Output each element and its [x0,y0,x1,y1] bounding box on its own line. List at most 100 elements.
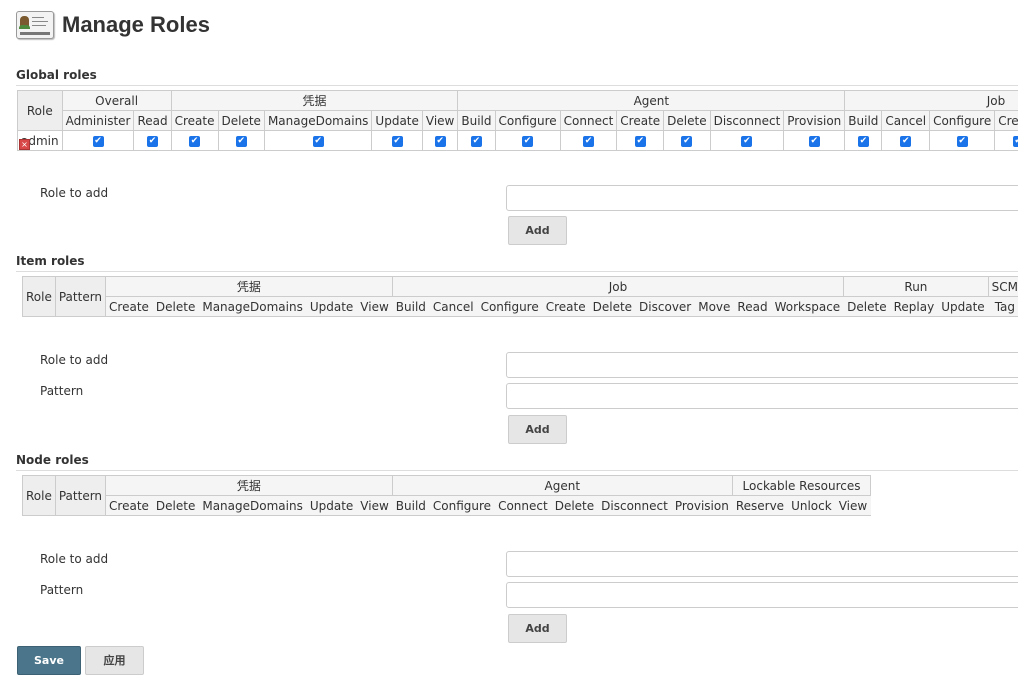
permission-header: Configure [429,495,495,516]
item-role-to-add-input[interactable] [506,352,1018,378]
permission-cell: ✔ [133,130,172,151]
permission-header: Connect [559,110,618,131]
permission-header: ManageDomains [198,296,307,317]
node-roles-title: Node roles [16,453,1018,471]
permission-header: Workspace [771,296,844,317]
permission-group-header: Lockable Resources [731,475,872,496]
item-roles-table-wrap: RolePattern凭据JobRunSCMLockable Resources… [22,276,1018,317]
permission-checkbox[interactable]: ✔ [391,135,403,147]
permission-header: Configure [494,110,561,131]
permission-header: Update [306,296,357,317]
node-add-button[interactable]: Add [508,614,567,643]
permission-group-header: 凭据 [105,475,393,496]
permission-header: Disconnect [597,495,672,516]
permission-cell: ✔ [457,130,496,151]
permission-checkbox[interactable]: ✔ [956,135,968,147]
permission-header: Cancel [429,296,478,317]
permission-header: Delete [551,495,598,516]
permission-checkbox[interactable]: ✔ [189,135,201,147]
permission-header: Build [457,110,496,131]
permission-cell: ✔ [61,130,135,151]
save-button[interactable]: Save [17,646,81,675]
apply-button[interactable]: 应用 [85,646,144,675]
item-role-to-add-label: Role to add [40,353,109,367]
permission-header: Create [170,110,219,131]
permission-header: Delete [152,495,199,516]
permission-header: View [421,110,459,131]
global-add-button[interactable]: Add [508,216,567,245]
item-pattern-label: Pattern [40,384,84,398]
permission-header: Provision [783,110,846,131]
permission-header: Connect [494,495,552,516]
permission-checkbox[interactable]: ✔ [434,135,446,147]
permission-checkbox[interactable]: ✔ [1012,135,1018,147]
permission-group-header: Job [844,90,1018,111]
item-add-button[interactable]: Add [508,415,567,444]
role-row: admin✔✔✔✔✔✔✔✔✔✔✔✔✔✔✔✔✔✔✔✔ [17,130,1018,151]
permission-checkbox[interactable]: ✔ [634,135,646,147]
permission-checkbox[interactable]: ✔ [857,135,869,147]
permission-checkbox[interactable]: ✔ [522,135,534,147]
permission-header: Provision [671,495,733,516]
permission-checkbox[interactable]: ✔ [147,135,159,147]
permission-checkbox[interactable]: ✔ [741,135,753,147]
item-roles-title: Item roles [16,254,1018,272]
node-role-to-add-input[interactable] [506,551,1018,577]
permission-header: Create [994,110,1018,131]
permission-checkbox[interactable]: ✔ [582,135,594,147]
permission-header: Delete [589,296,636,317]
node-roles-table: Role Pattern 凭据 Agent Lockable Resources Crea… [22,475,872,516]
permission-checkbox[interactable]: ✔ [470,135,482,147]
permission-group-header: Agent [391,475,733,496]
permission-checkbox[interactable]: ✔ [312,135,324,147]
role-column-header: Role [22,276,56,317]
permission-header: Delete [217,110,265,131]
global-roles-table: Role Overall 凭据 Agent Job Administer Read Creat… [17,90,1018,151]
permission-header: View [835,495,871,516]
node-role-to-add-label: Role to add [40,552,109,566]
permission-group-header: SCM [987,276,1018,297]
permission-header: Disconnect [709,110,785,131]
permission-header: Update [306,495,357,516]
item-roles-table: RolePattern凭据JobRunSCMLockable Resources… [22,276,1018,317]
permission-cell: ✔ [421,130,459,151]
roles-card-icon [16,11,54,39]
item-pattern-input[interactable] [506,383,1018,409]
permission-header: Delete [663,110,711,131]
permission-cell: ✔ [929,130,996,151]
global-roles-table-wrap: Role Overall 凭据 Agent Job Administer Read Creat… [17,90,1018,151]
group-header-row: Role Pattern 凭据 Agent Lockable Resources [22,475,872,516]
permission-header-row: Create Delete ManageDomains Update View Build… [23,495,871,516]
permission-header: Configure [477,296,543,317]
global-role-to-add-input[interactable] [506,185,1018,211]
permission-header: Cancel [881,110,931,131]
permission-checkbox[interactable]: ✔ [808,135,820,147]
permission-header: Replay [890,296,938,317]
permission-cell: ✔ [663,130,711,151]
permission-header: Build [392,495,430,516]
permission-checkbox[interactable]: ✔ [235,135,247,147]
permission-cell: ✔ [783,130,846,151]
permission-group-header: Job [391,276,845,297]
permission-cell: ✔ [170,130,219,151]
permission-checkbox[interactable]: ✔ [681,135,693,147]
permission-checkbox[interactable]: ✔ [92,135,104,147]
permission-group-header: Run [843,276,989,297]
group-header-row: RolePattern凭据JobRunSCMLockable Resources [22,276,1018,317]
permission-header: ManageDomains [198,495,307,516]
delete-role-icon[interactable]: × [19,137,30,151]
permission-cell: ✔ [844,130,883,151]
permission-header: Build [844,110,883,131]
role-column-header: Role [17,90,63,131]
permission-checkbox[interactable]: ✔ [900,135,912,147]
permission-header: Read [133,110,172,131]
permission-cell: ✔ [217,130,265,151]
permission-cell: ✔ [559,130,618,151]
node-pattern-input[interactable] [506,582,1018,608]
permission-cell: ✔ [371,130,423,151]
page-header: Manage Roles [16,8,210,42]
permission-header: Update [371,110,423,131]
node-roles-table-wrap: Role Pattern 凭据 Agent Lockable Resources Crea… [22,475,1018,516]
pattern-column-header: Pattern [54,276,107,317]
permission-cell: ✔ [494,130,561,151]
